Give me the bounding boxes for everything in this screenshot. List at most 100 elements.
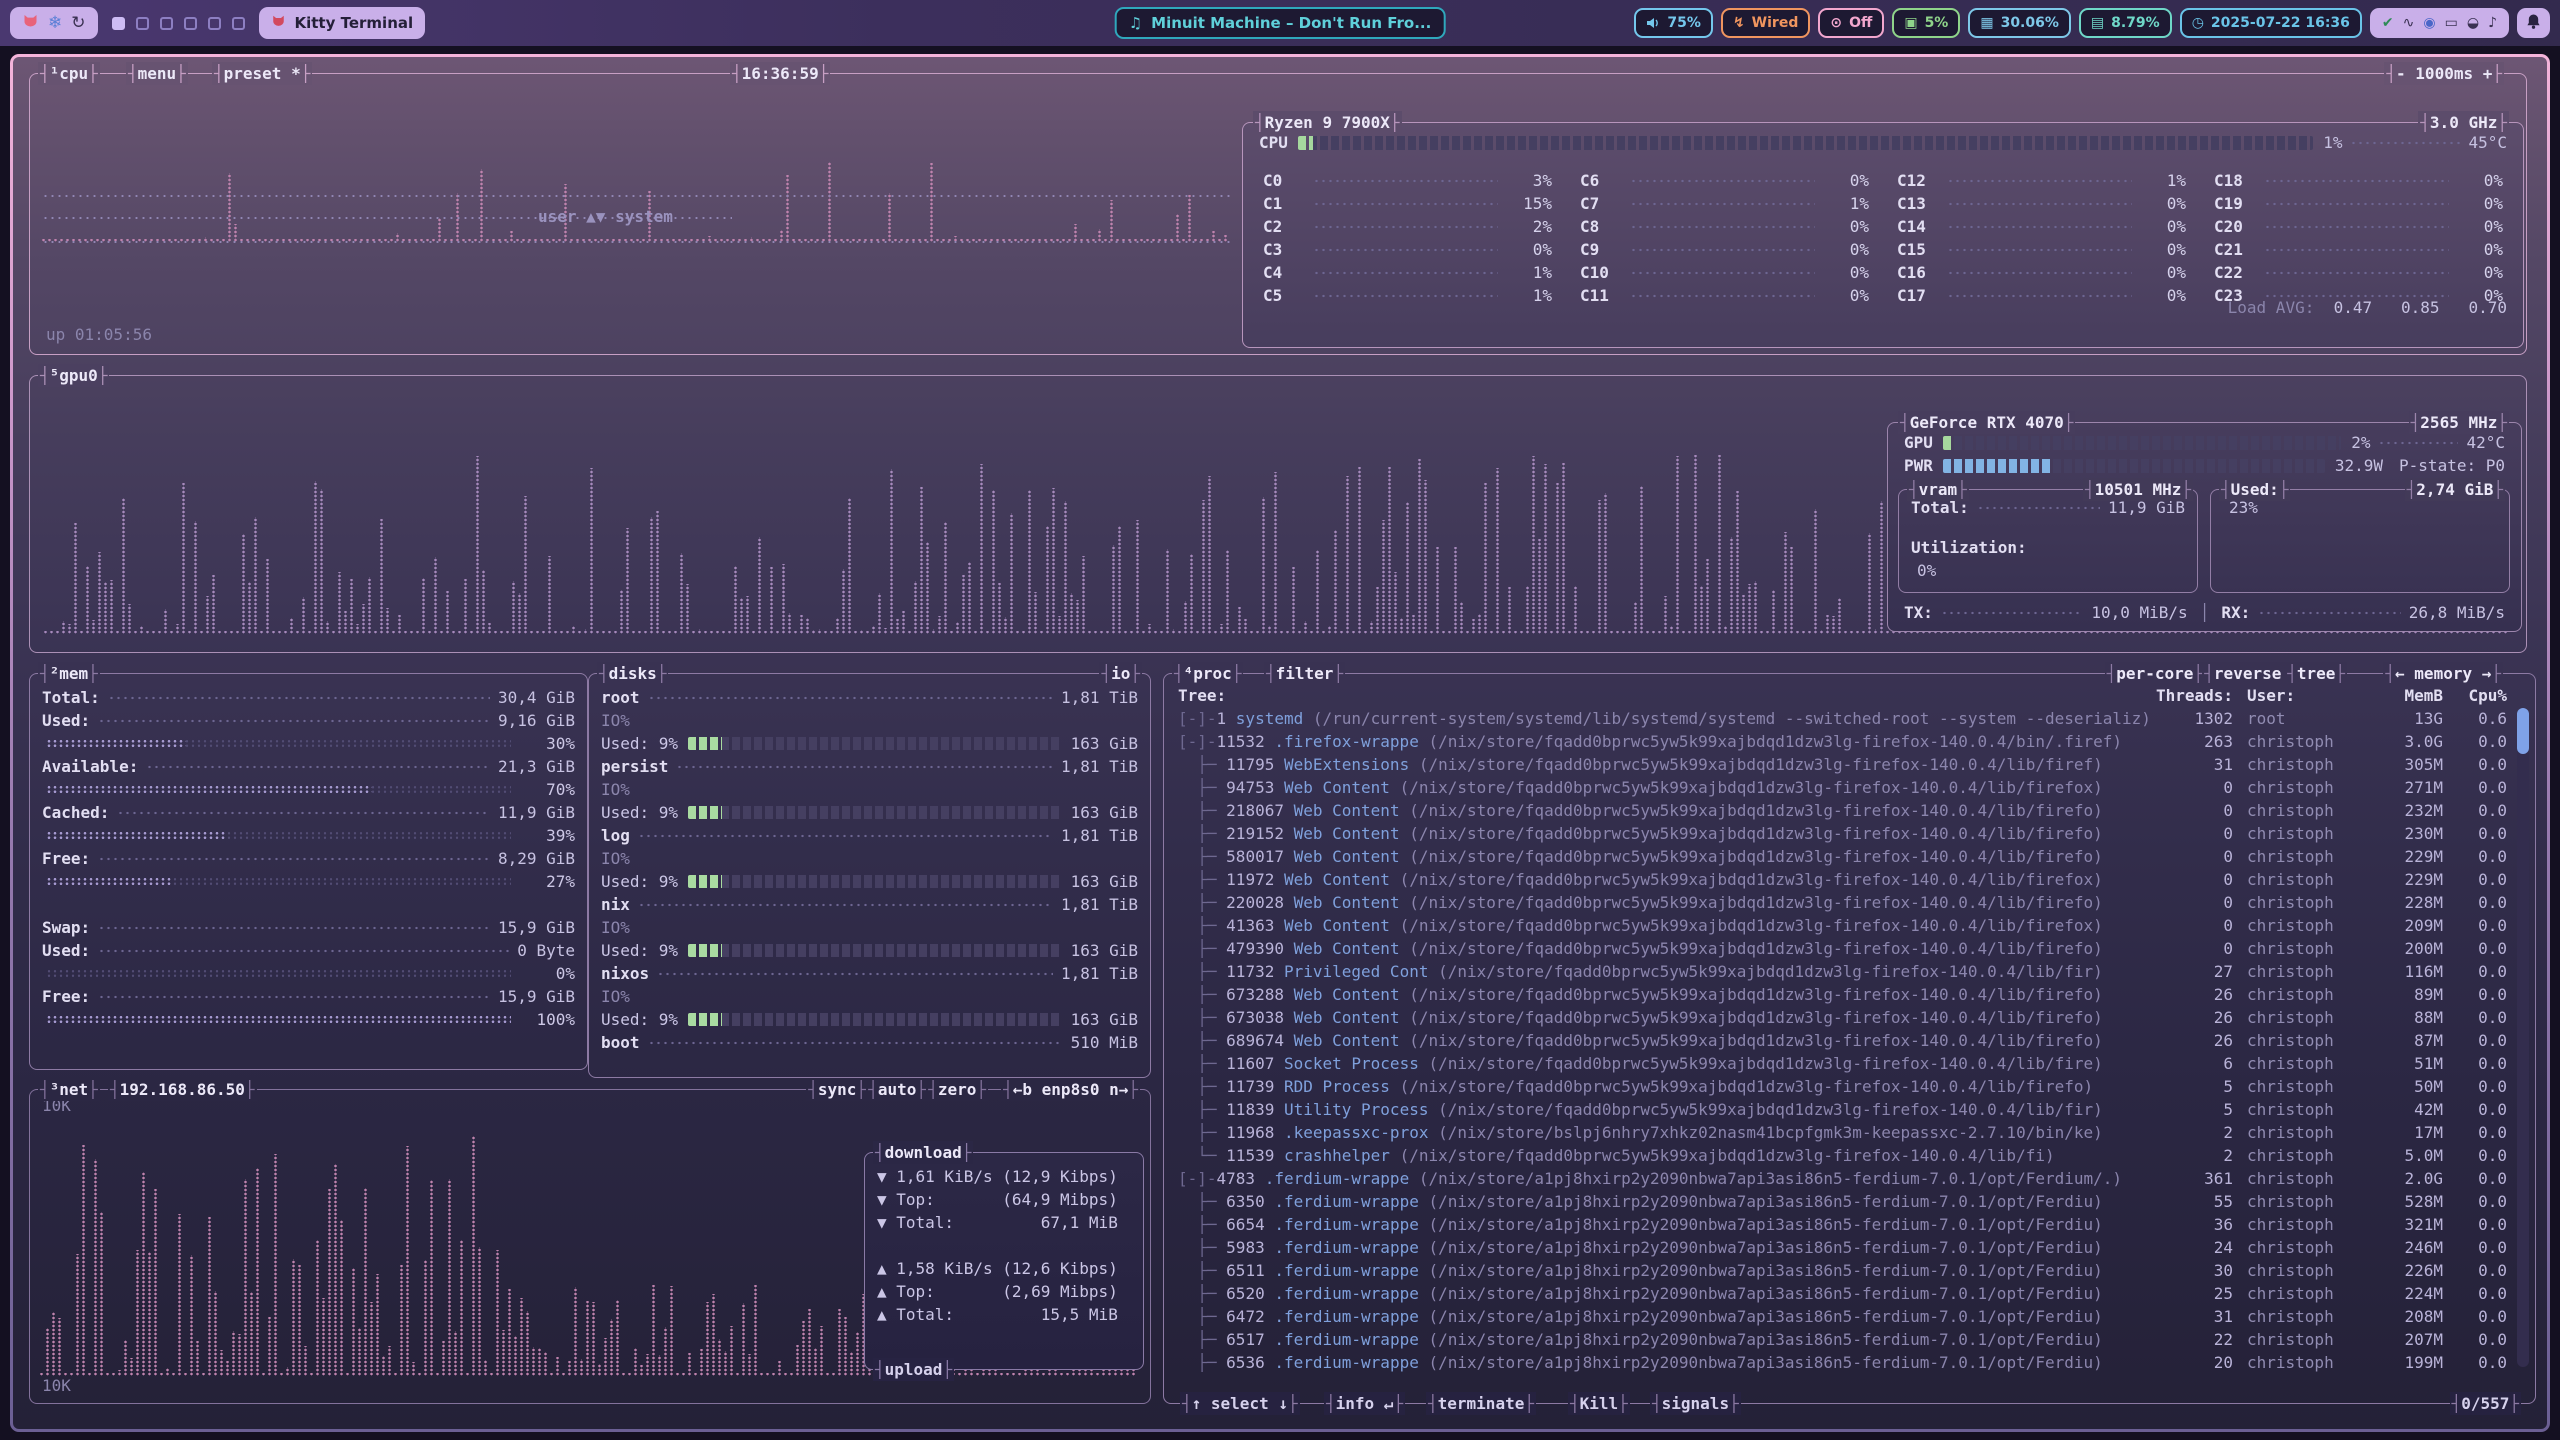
terminate-control[interactable]: terminate	[1426, 1392, 1536, 1415]
process-row[interactable]: ├─ 673288 Web Content (/nix/store/fqadd0…	[1178, 983, 2507, 1006]
mem-value: 15,9 GiB	[498, 916, 575, 939]
updates-icon[interactable]: ✔	[2382, 15, 2394, 31]
process-row[interactable]: ├─ 219152 Web Content (/nix/store/fqadd0…	[1178, 822, 2507, 845]
disks-panel-title[interactable]: disks	[597, 662, 668, 685]
reload-icon[interactable]: ↻	[71, 15, 85, 32]
process-threads: 25	[2153, 1282, 2233, 1305]
process-row[interactable]: ├─ 11972 Web Content (/nix/store/fqadd0b…	[1178, 868, 2507, 891]
net-zero-button[interactable]: zero	[926, 1078, 988, 1101]
process-command: (/nix/store/fqadd0bprwc5yw5k99xajbdqd1dz…	[1438, 1100, 2103, 1119]
net-auto-button[interactable]: auto	[866, 1078, 928, 1101]
process-row[interactable]: ├─ 94753 Web Content (/nix/store/fqadd0b…	[1178, 776, 2507, 799]
kill-control[interactable]: Kill	[1568, 1392, 1630, 1415]
process-row[interactable]: ├─ 6654 .ferdium-wrappe (/nix/store/a1pj…	[1178, 1213, 2507, 1236]
clipboard-icon[interactable]: ▭	[2445, 15, 2458, 31]
menu-tab[interactable]: menu	[126, 62, 188, 85]
tree-branch: ├─	[1178, 847, 1226, 866]
media-player-widget[interactable]: ♫ Minuit Machine – Don't Run Fro...	[1115, 7, 1446, 39]
preset-tab[interactable]: preset *	[212, 62, 312, 85]
process-scrollbar[interactable]	[2517, 708, 2529, 1367]
disks-io-toggle[interactable]: io	[1099, 662, 1142, 685]
process-threads: 27	[2153, 960, 2233, 983]
process-row[interactable]: ├─ 673038 Web Content (/nix/store/fqadd0…	[1178, 1006, 2507, 1029]
workspace-button[interactable]	[136, 17, 149, 30]
process-command: (/nix/store/a1pj8hxirp2y2090nbwa7api3asi…	[1428, 1215, 2102, 1234]
process-command: (/nix/store/a1pj8hxirp2y2090nbwa7api3asi…	[1419, 1169, 2122, 1188]
select-control[interactable]: ↑ select ↓	[1180, 1392, 1300, 1415]
media-icon[interactable]: ♪	[2488, 15, 2497, 31]
col-cpu[interactable]: Cpu%	[2443, 684, 2507, 707]
workspace-button[interactable]	[160, 17, 173, 30]
volume-module[interactable]: 75%	[1634, 8, 1713, 38]
memory-usage-icon: ▦	[1980, 15, 1993, 31]
cpu-usage-module[interactable]: ▣5%	[1892, 8, 1960, 38]
clock-module[interactable]: ◷2025-07-22 16:36	[2180, 8, 2362, 38]
process-row[interactable]: [-]-11532 .firefox-wrappe (/nix/store/fq…	[1178, 730, 2507, 753]
process-row[interactable]: [-]-4783 .ferdium-wrappe (/nix/store/a1p…	[1178, 1167, 2507, 1190]
network-monitor-icon[interactable]: ∿	[2403, 15, 2415, 31]
system-tray[interactable]: ✔ ∿ ◉ ▭ ◒ ♪	[2370, 8, 2509, 38]
sort-column-selector[interactable]: ← memory →	[2383, 662, 2503, 685]
info-control[interactable]: info ↵	[1324, 1392, 1405, 1415]
process-row[interactable]: ├─ 580017 Web Content (/nix/store/fqadd0…	[1178, 845, 2507, 868]
mem-value: 11,9 GiB	[498, 801, 575, 824]
net-sync-button[interactable]: sync	[806, 1078, 868, 1101]
process-row[interactable]: ├─ 11739 RDD Process (/nix/store/fqadd0b…	[1178, 1075, 2507, 1098]
process-row[interactable]: └─ 11539 crashhelper (/nix/store/fqadd0b…	[1178, 1144, 2507, 1167]
cat-icon[interactable]	[22, 13, 39, 33]
process-row[interactable]: [-]-1 systemd (/run/current-system/syste…	[1178, 707, 2507, 730]
gpu-panel-title[interactable]: ⁵gpu0	[38, 364, 109, 387]
mem-panel-title[interactable]: ²mem	[38, 662, 100, 685]
cpu-panel-title[interactable]: ¹cpu	[38, 62, 100, 85]
idle-inhibitor-module[interactable]: ⊙Off	[1818, 8, 1884, 38]
process-row[interactable]: ├─ 6520 .ferdium-wrappe (/nix/store/a1pj…	[1178, 1282, 2507, 1305]
nix-icon[interactable]: ❄	[48, 15, 62, 32]
notification-bell[interactable]	[2517, 8, 2550, 38]
process-row[interactable]: ├─ 11732 Privileged Cont (/nix/store/fqa…	[1178, 960, 2507, 983]
memory-usage-module[interactable]: ▦30.06%	[1968, 8, 2071, 38]
workspace-button[interactable]	[184, 17, 197, 30]
workspace-button[interactable]	[232, 17, 245, 30]
color-picker-icon[interactable]: ◒	[2467, 15, 2479, 31]
process-row[interactable]: ├─ 11795 WebExtensions (/nix/store/fqadd…	[1178, 753, 2507, 776]
col-threads[interactable]: Threads:	[2153, 684, 2233, 707]
update-interval[interactable]: - 1000ms +	[2384, 62, 2504, 85]
process-row[interactable]: ├─ 220028 Web Content (/nix/store/fqadd0…	[1178, 891, 2507, 914]
col-tree[interactable]: Tree:	[1178, 684, 2153, 707]
process-row[interactable]: ├─ 6511 .ferdium-wrappe (/nix/store/a1pj…	[1178, 1259, 2507, 1282]
filter-button[interactable]: filter	[1264, 662, 1345, 685]
process-row[interactable]: ├─ 41363 Web Content (/nix/store/fqadd0b…	[1178, 914, 2507, 937]
mem-label: Swap:	[42, 916, 90, 939]
network-module[interactable]: ↯Wired	[1721, 8, 1810, 38]
core-pct: 1%	[1506, 261, 1552, 284]
screen-record-icon[interactable]: ◉	[2423, 15, 2435, 31]
col-mem[interactable]: MemB	[2363, 684, 2443, 707]
process-row[interactable]: ├─ 6536 .ferdium-wrappe (/nix/store/a1pj…	[1178, 1351, 2507, 1374]
process-row[interactable]: ├─ 689674 Web Content (/nix/store/fqadd0…	[1178, 1029, 2507, 1052]
process-row[interactable]: ├─ 6350 .ferdium-wrappe (/nix/store/a1pj…	[1178, 1190, 2507, 1213]
signals-control[interactable]: signals	[1650, 1392, 1741, 1415]
process-row[interactable]: ├─ 11968 .keepassxc-prox (/nix/store/bsl…	[1178, 1121, 2507, 1144]
process-row[interactable]: ├─ 11839 Utility Process (/nix/store/fqa…	[1178, 1098, 2507, 1121]
process-mem: 229M	[2363, 868, 2443, 891]
net-interface-switch[interactable]: ←b enp8s0 n→	[1001, 1078, 1140, 1101]
proc-panel-title[interactable]: ⁴proc	[1172, 662, 1243, 685]
process-name: Utility Process	[1284, 1100, 1438, 1119]
col-user[interactable]: User:	[2233, 684, 2363, 707]
process-row[interactable]: ├─ 218067 Web Content (/nix/store/fqadd0…	[1178, 799, 2507, 822]
workspace-button[interactable]	[112, 17, 125, 30]
process-row[interactable]: ├─ 11607 Socket Process (/nix/store/fqad…	[1178, 1052, 2507, 1075]
per-core-toggle[interactable]: per-core	[2105, 662, 2205, 685]
scrollbar-thumb[interactable]	[2517, 708, 2529, 754]
active-window-button[interactable]: Kitty Terminal	[259, 7, 426, 39]
workspace-button[interactable]	[208, 17, 221, 30]
process-row[interactable]: ├─ 6472 .ferdium-wrappe (/nix/store/a1pj…	[1178, 1305, 2507, 1328]
process-row[interactable]: ├─ 6517 .ferdium-wrappe (/nix/store/a1pj…	[1178, 1328, 2507, 1351]
net-panel-title[interactable]: ³net	[38, 1078, 100, 1101]
disk-usage-module[interactable]: ▤8.79%	[2079, 8, 2172, 38]
reverse-toggle[interactable]: reverse	[2202, 662, 2293, 685]
process-row[interactable]: ├─ 479390 Web Content (/nix/store/fqadd0…	[1178, 937, 2507, 960]
tree-toggle[interactable]: tree	[2285, 662, 2347, 685]
upload-stat: ▲ 1,58 KiB/s (12,6 Kibps)	[877, 1257, 1135, 1280]
process-row[interactable]: ├─ 5983 .ferdium-wrappe (/nix/store/a1pj…	[1178, 1236, 2507, 1259]
